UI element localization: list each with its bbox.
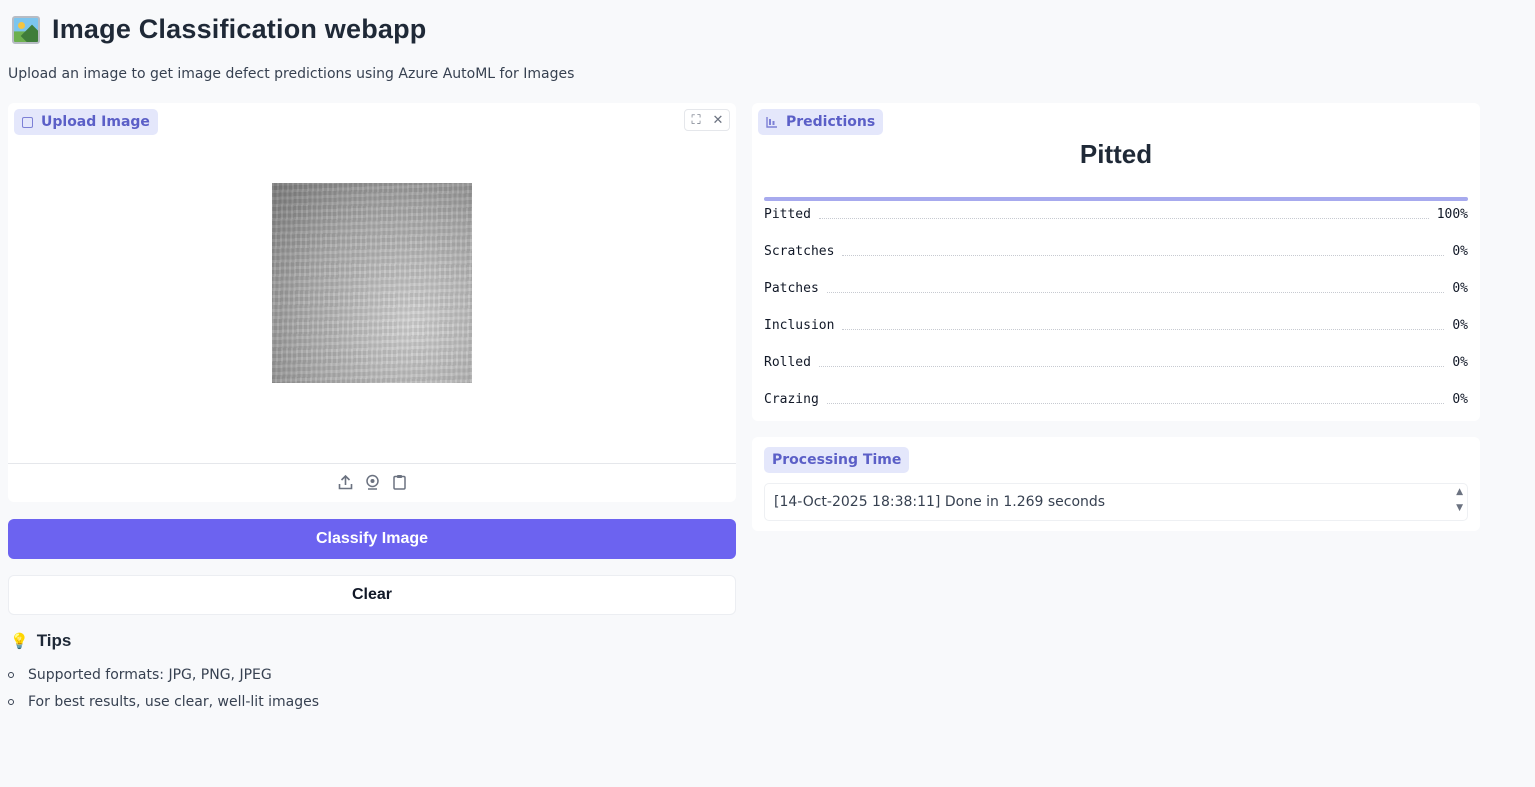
class-row: Patches 0% [764, 281, 1468, 318]
class-row: Crazing 0% [764, 392, 1468, 429]
class-value: 0% [1452, 392, 1468, 407]
top-confidence-fill [764, 197, 1468, 201]
app-header: Image Classification webapp [12, 14, 427, 45]
leader-dots [842, 244, 1445, 256]
upload-image-label-text: Upload Image [41, 114, 150, 130]
image-icon [22, 116, 33, 128]
class-name: Inclusion [764, 318, 835, 333]
processing-time-panel: Processing Time [14-Oct-2025 18:38:11] D… [752, 437, 1480, 531]
image-texture [272, 183, 472, 383]
processing-time-textbox[interactable]: [14-Oct-2025 18:38:11] Done in 1.269 sec… [764, 483, 1468, 521]
top-confidence-bar [764, 197, 1468, 201]
upload-image-panel[interactable]: Upload Image ⛶ ✕ [8, 103, 736, 502]
image-source-bar [8, 473, 736, 490]
predictions-panel: Predictions Pitted Pitted 100% Scratches 0… [752, 103, 1480, 421]
tips-item: Supported formats: JPG, PNG, JPEG [8, 667, 319, 694]
upload-image-label: Upload Image [14, 109, 158, 135]
predictions-label: Predictions [758, 109, 884, 135]
class-name: Pitted [764, 207, 811, 222]
predictions-label-text: Predictions [786, 114, 876, 130]
scroll-down-icon[interactable]: ▼ [1456, 503, 1463, 513]
scroll-up-icon[interactable]: ▲ [1456, 487, 1463, 497]
lightbulb-icon: 💡 [10, 633, 29, 650]
leader-dots [826, 392, 1445, 404]
tips-item: For best results, use clear, well-lit im… [8, 694, 319, 721]
class-name: Scratches [764, 244, 835, 259]
class-row: Scratches 0% [764, 244, 1468, 281]
class-confidence-list: Pitted 100% Scratches 0% Patches 0% Inclusi… [764, 207, 1468, 429]
class-name: Patches [764, 281, 819, 296]
textbox-scroll-arrows: ▲ ▼ [1456, 487, 1463, 513]
class-value: 0% [1452, 318, 1468, 333]
tips-item-text: Supported formats: JPG, PNG, JPEG [28, 667, 272, 683]
clipboard-icon[interactable] [392, 473, 407, 490]
classify-image-button[interactable]: Classify Image [8, 519, 736, 559]
tips-heading: 💡 Tips [10, 631, 71, 651]
class-value: 100% [1436, 207, 1468, 222]
picture-icon [12, 15, 40, 44]
upload-icon[interactable] [338, 473, 353, 490]
tips-heading-text: Tips [36, 631, 72, 650]
bullet-icon [8, 672, 14, 678]
processing-time-label: Processing Time [764, 447, 910, 473]
class-name: Rolled [764, 355, 811, 370]
image-toolbar: ⛶ ✕ [684, 109, 730, 131]
class-value: 0% [1452, 244, 1468, 259]
clear-button[interactable]: Clear [8, 575, 736, 615]
tips-list: Supported formats: JPG, PNG, JPEG For be… [8, 667, 319, 721]
bullet-icon [8, 699, 14, 705]
webcam-icon[interactable] [365, 473, 380, 490]
page-subtitle: Upload an image to get image defect pred… [8, 66, 575, 82]
leader-dots [826, 281, 1445, 293]
leader-dots [818, 207, 1429, 219]
leader-dots [818, 355, 1445, 367]
class-value: 0% [1452, 355, 1468, 370]
upload-divider [8, 463, 736, 464]
tips-item-text: For best results, use clear, well-lit im… [28, 694, 320, 710]
class-row: Pitted 100% [764, 207, 1468, 244]
class-row: Rolled 0% [764, 355, 1468, 392]
processing-time-text: [14-Oct-2025 18:38:11] Done in 1.269 sec… [774, 494, 1106, 510]
close-icon[interactable]: ✕ [707, 110, 729, 130]
uploaded-image-preview [272, 183, 472, 383]
page-title: Image Classification webapp [52, 14, 427, 44]
fullscreen-icon[interactable]: ⛶ [685, 110, 707, 130]
bar-chart-icon [766, 117, 777, 128]
class-row: Inclusion 0% [764, 318, 1468, 355]
leader-dots [842, 318, 1445, 330]
class-name: Crazing [764, 392, 819, 407]
top-prediction: Pitted [1079, 139, 1153, 169]
class-value: 0% [1452, 281, 1468, 296]
